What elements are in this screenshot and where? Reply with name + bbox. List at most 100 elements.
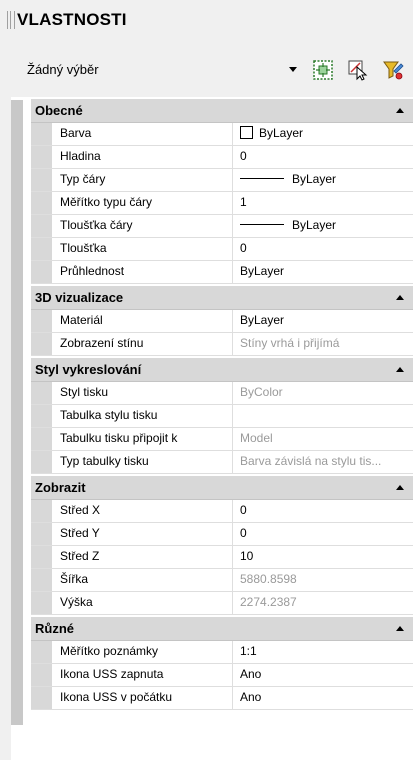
property-value[interactable] xyxy=(234,405,413,427)
grip-handle[interactable] xyxy=(7,11,15,29)
palette-title-bar[interactable]: VLASTNOSTI xyxy=(0,0,413,40)
property-value[interactable]: ByLayer xyxy=(234,123,413,145)
property-value[interactable]: 0 xyxy=(234,238,413,260)
row-gutter xyxy=(31,261,52,283)
property-name: Měřítko poznámky xyxy=(52,641,233,663)
select-objects-button[interactable] xyxy=(346,58,370,82)
collapse-arrow-icon[interactable] xyxy=(396,626,404,631)
property-row[interactable]: Průhlednost ByLayer xyxy=(31,261,413,284)
row-gutter xyxy=(31,169,52,191)
property-value: ByColor xyxy=(234,382,413,404)
property-row[interactable]: Střed X 0 xyxy=(31,500,413,523)
category-title: Styl vykreslování xyxy=(35,362,142,377)
property-value[interactable]: 0 xyxy=(234,500,413,522)
left-strip xyxy=(11,97,31,760)
property-value-text: ByLayer xyxy=(240,264,285,278)
property-row[interactable]: Barva ByLayer xyxy=(31,123,413,146)
property-value[interactable]: 10 xyxy=(234,546,413,568)
row-gutter xyxy=(31,123,52,145)
selection-dropdown[interactable]: Žádný výběr xyxy=(27,58,304,82)
property-value-text: Ano xyxy=(240,690,262,704)
property-row[interactable]: Střed Y 0 xyxy=(31,523,413,546)
property-row[interactable]: Styl tisku ByColor xyxy=(31,382,413,405)
quick-select-icon xyxy=(313,60,333,80)
property-name: Měřítko typu čáry xyxy=(52,192,233,214)
property-row[interactable]: Ikona USS zapnuta Ano xyxy=(31,664,413,687)
property-value[interactable]: ByLayer xyxy=(234,310,413,332)
category-header[interactable]: Obecné xyxy=(31,99,413,123)
property-row[interactable]: Ikona USS v počátku Ano xyxy=(31,687,413,710)
row-gutter xyxy=(31,664,52,686)
property-row[interactable]: Zobrazení stínu Stíny vrhá i přijímá xyxy=(31,333,413,356)
property-value-text: Barva závislá na stylu tis... xyxy=(240,454,382,468)
property-value[interactable]: 1 xyxy=(234,192,413,214)
property-row[interactable]: Tloušťka 0 xyxy=(31,238,413,261)
property-row[interactable]: Hladina 0 xyxy=(31,146,413,169)
collapse-arrow-icon[interactable] xyxy=(396,295,404,300)
property-value-text: 0 xyxy=(240,526,247,540)
property-name: Styl tisku xyxy=(52,382,233,404)
property-value[interactable]: Ano xyxy=(234,664,413,686)
property-row[interactable]: Šířka 5880.8598 xyxy=(31,569,413,592)
property-row[interactable]: Měřítko poznámky 1:1 xyxy=(31,641,413,664)
property-name: Materiál xyxy=(52,310,233,332)
property-value-text: ByColor xyxy=(240,385,283,399)
property-name: Hladina xyxy=(52,146,233,168)
property-row[interactable]: Tabulka stylu tisku xyxy=(31,405,413,428)
category-section: Zobrazit Střed X 0 Střed Y 0 Střed Z 10 Šířka 58… xyxy=(31,476,413,615)
property-value[interactable]: Ano xyxy=(234,687,413,709)
property-name: Ikona USS v počátku xyxy=(52,687,233,709)
property-value-text: 0 xyxy=(240,503,247,517)
collapse-arrow-icon[interactable] xyxy=(396,485,404,490)
category-title: Obecné xyxy=(35,103,83,118)
property-row[interactable]: Tloušťka čáry ByLayer xyxy=(31,215,413,238)
row-gutter xyxy=(31,333,52,355)
property-value[interactable]: 0 xyxy=(234,523,413,545)
category-header[interactable]: Různé xyxy=(31,617,413,641)
property-row[interactable]: Tabulku tisku připojit k Model xyxy=(31,428,413,451)
vertical-scrollbar[interactable] xyxy=(11,100,23,725)
category-title: 3D vizualizace xyxy=(35,290,124,305)
property-row[interactable]: Typ čáry ByLayer xyxy=(31,169,413,192)
property-name: Ikona USS zapnuta xyxy=(52,664,233,686)
category-header[interactable]: Styl vykreslování xyxy=(31,358,413,382)
property-value[interactable]: 1:1 xyxy=(234,641,413,663)
property-row[interactable]: Střed Z 10 xyxy=(31,546,413,569)
quick-select-button[interactable] xyxy=(311,58,335,82)
property-name: Střed X xyxy=(52,500,233,522)
property-value-text: 0 xyxy=(240,149,247,163)
category-section: Styl vykreslování Styl tisku ByColor Tabulk… xyxy=(31,358,413,474)
category-section: 3D vizualizace Materiál ByLayer Zobrazení s… xyxy=(31,286,413,356)
selection-row: Žádný výběr xyxy=(0,50,413,90)
toggle-pickadd-button[interactable] xyxy=(381,58,405,82)
property-row[interactable]: Materiál ByLayer xyxy=(31,310,413,333)
collapse-arrow-icon[interactable] xyxy=(396,108,404,113)
property-value-text: 0 xyxy=(240,241,247,255)
property-value[interactable]: ByLayer xyxy=(234,215,413,237)
property-value-text: 1 xyxy=(240,195,247,209)
property-name: Výška xyxy=(52,592,233,614)
property-row[interactable]: Typ tabulky tisku Barva závislá na stylu … xyxy=(31,451,413,474)
row-gutter xyxy=(31,451,52,473)
category-title: Různé xyxy=(35,621,74,636)
row-gutter xyxy=(31,238,52,260)
property-value[interactable]: ByLayer xyxy=(234,261,413,283)
property-name: Tloušťka xyxy=(52,238,233,260)
property-value-text: 2274.2387 xyxy=(240,595,297,609)
collapse-arrow-icon[interactable] xyxy=(396,367,404,372)
property-name: Střed Z xyxy=(52,546,233,568)
property-row[interactable]: Měřítko typu čáry 1 xyxy=(31,192,413,215)
property-value-text: ByLayer xyxy=(259,126,304,140)
row-gutter xyxy=(31,687,52,709)
property-value[interactable]: ByLayer xyxy=(234,169,413,191)
property-row[interactable]: Výška 2274.2387 xyxy=(31,592,413,615)
category-header[interactable]: Zobrazit xyxy=(31,476,413,500)
property-value-text: ByLayer xyxy=(240,313,285,327)
linetype-preview-icon xyxy=(240,178,284,179)
property-value[interactable]: 0 xyxy=(234,146,413,168)
category-header[interactable]: 3D vizualizace xyxy=(31,286,413,310)
row-gutter xyxy=(31,569,52,591)
row-gutter xyxy=(31,405,52,427)
property-name: Tabulku tisku připojit k xyxy=(52,428,233,450)
property-value-text: 1:1 xyxy=(240,644,257,658)
